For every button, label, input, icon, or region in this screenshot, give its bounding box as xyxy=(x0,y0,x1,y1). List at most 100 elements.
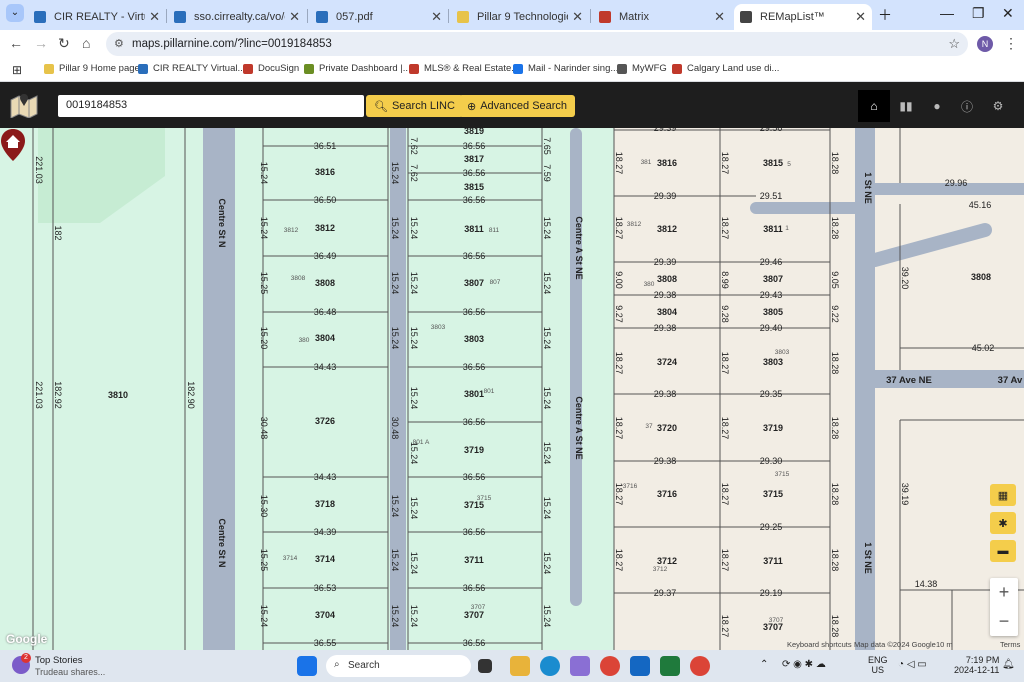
zoom-out-button[interactable]: − xyxy=(990,607,1018,636)
zoom-in-button[interactable]: + xyxy=(990,578,1018,607)
map-label: 381 xyxy=(641,159,652,166)
reload-icon[interactable]: ↻ xyxy=(58,35,70,52)
map-label: 36.50 xyxy=(314,195,337,205)
map-label: 36.56 xyxy=(463,362,486,372)
language-indicator[interactable]: ENG US xyxy=(868,655,888,675)
outlook-icon[interactable] xyxy=(630,656,650,676)
map-logo-icon[interactable] xyxy=(10,92,38,118)
lot-address: 3712 xyxy=(657,556,677,566)
tab-1[interactable]: CIR REALTY - Virtual Offic ✕ xyxy=(28,4,166,30)
lot-address: 3711 xyxy=(763,556,783,566)
info-nav-button[interactable]: ⓘ xyxy=(951,90,983,122)
maximize-icon[interactable]: ❐ xyxy=(972,5,985,22)
bookmark-label: Calgary Land use di... xyxy=(687,63,780,74)
close-tab-icon[interactable]: ✕ xyxy=(289,9,300,25)
bookmark-label: Private Dashboard |... xyxy=(319,63,411,74)
close-tab-icon[interactable]: ✕ xyxy=(149,9,160,25)
tab-2[interactable]: sso.cirrealty.ca/vo/cir-inte ✕ xyxy=(168,4,306,30)
menu-icon[interactable]: ⋮ xyxy=(1004,35,1018,52)
map-tool-button[interactable]: ✱ xyxy=(990,512,1016,534)
notifications-icon[interactable]: 🔔︎ xyxy=(1002,659,1015,670)
bookmark-mywfg[interactable]: MyWFG xyxy=(617,63,667,74)
profile-avatar[interactable]: N xyxy=(977,36,993,52)
settings-nav-button[interactable]: ⚙ xyxy=(982,90,1014,122)
map-label: 801 xyxy=(484,388,495,395)
bookmark-calgary[interactable]: Calgary Land use di... xyxy=(672,63,779,74)
file-explorer-icon[interactable] xyxy=(510,656,530,676)
terms-link[interactable]: Terms xyxy=(1000,640,1020,649)
forward-icon[interactable]: → xyxy=(34,35,48,51)
close-tab-icon[interactable]: ✕ xyxy=(572,9,583,25)
bookmark-dashboard[interactable]: Private Dashboard |... xyxy=(304,63,411,74)
minimize-icon[interactable]: — xyxy=(940,5,954,21)
start-icon[interactable] xyxy=(297,656,317,676)
tab-6-active[interactable]: REMapList™ ✕ xyxy=(734,4,872,30)
search-linc-button[interactable]: 🔍︎ Search LINC xyxy=(366,95,463,117)
chat-nav-button[interactable]: ● xyxy=(921,90,953,122)
tray-overflow-icon[interactable]: ⌃ xyxy=(760,659,768,670)
apps-icon[interactable]: ⊞ xyxy=(12,63,22,77)
close-tab-icon[interactable]: ✕ xyxy=(714,9,725,25)
network-volume-battery-icons[interactable]: ◔ ◁ ▭ xyxy=(898,659,927,670)
bookmark-label: MLS® & Real Estate... xyxy=(424,63,520,74)
tab-3[interactable]: 057.pdf ✕ xyxy=(310,4,448,30)
clock[interactable]: 7:19 PM 2024-12-11 xyxy=(954,655,999,675)
taskbar-search[interactable]: ⌕ Search xyxy=(326,655,471,677)
back-icon[interactable]: ← xyxy=(9,35,23,51)
map-label: 18.28 xyxy=(830,352,840,375)
map-layers-button[interactable]: ▦ xyxy=(990,484,1016,506)
parcel-map[interactable]: Centre St N Centre St N Centre A St NE Cent… xyxy=(0,128,1024,650)
home-icon: ⌂ xyxy=(870,99,878,113)
bookmark-label: Mail - Narinder sing... xyxy=(528,63,619,74)
address-bar[interactable]: ⚙ maps.pillarnine.com/?linc=0019184853 ☆ xyxy=(106,32,968,56)
news-title[interactable]: Top Stories xyxy=(35,655,83,666)
lot-address: 3811 xyxy=(763,224,783,234)
home-icon[interactable]: ⌂ xyxy=(82,35,90,51)
map-label: 29.43 xyxy=(760,290,783,300)
tab-search-button[interactable]: ⌄ xyxy=(6,4,24,22)
close-window-icon[interactable]: ✕ xyxy=(1002,5,1014,22)
lot-address: 3816 xyxy=(315,167,335,177)
map-label: 14.38 xyxy=(915,579,938,589)
map-label: 380 xyxy=(644,281,655,288)
map-label: 7.62 xyxy=(409,164,419,182)
chrome-profile-icon[interactable] xyxy=(690,656,710,676)
lot-address: 3801 xyxy=(464,389,484,399)
property-pin-icon[interactable] xyxy=(0,128,26,162)
bookmark-star-icon[interactable]: ☆ xyxy=(948,36,960,52)
news-badge: 2 xyxy=(21,653,31,663)
advanced-search-button[interactable]: ⊕ Advanced Search xyxy=(459,95,576,117)
site-info-icon[interactable]: ⚙ xyxy=(114,37,124,50)
map-label: 18.27 xyxy=(720,483,730,506)
bookmark-cir[interactable]: CIR REALTY Virtual... xyxy=(138,63,245,74)
keyboard-shortcuts-link[interactable]: Keyboard shortcuts xyxy=(787,640,852,649)
bookmark-pillar9[interactable]: Pillar 9 Home page xyxy=(44,63,140,74)
map-label: 15.24 xyxy=(259,162,269,185)
close-tab-icon[interactable]: ✕ xyxy=(855,9,866,25)
tray-app-icons[interactable]: ⟳ ◉ ✱ ☁ xyxy=(782,659,826,670)
bookmark-mail[interactable]: Mail - Narinder sing... xyxy=(513,63,618,74)
map-label: 15.24 xyxy=(542,327,552,350)
stats-nav-button[interactable]: ▮▮ xyxy=(890,90,922,122)
map-label: 18.28 xyxy=(830,615,840,638)
excel-icon[interactable] xyxy=(660,656,680,676)
lot-address: 3720 xyxy=(657,423,677,433)
edge-icon[interactable] xyxy=(540,656,560,676)
tab-5[interactable]: Matrix ✕ xyxy=(593,4,731,30)
map-label: 182.90 xyxy=(186,381,196,409)
copilot-icon[interactable] xyxy=(570,656,590,676)
map-label: 18.27 xyxy=(720,549,730,572)
lot-address: 3707 xyxy=(464,610,484,620)
chrome-icon[interactable] xyxy=(600,656,620,676)
bookmark-mls[interactable]: MLS® & Real Estate... xyxy=(409,63,519,74)
close-tab-icon[interactable]: ✕ xyxy=(431,9,442,25)
linc-search-input[interactable]: 0019184853 xyxy=(58,95,364,117)
task-view-icon[interactable] xyxy=(478,659,492,673)
bookmark-docusign[interactable]: DocuSign xyxy=(243,63,299,74)
home-nav-button[interactable]: ⌂ xyxy=(858,90,890,122)
bookmark-label: MyWFG xyxy=(632,63,667,74)
measure-button[interactable]: ▬ xyxy=(990,540,1016,562)
new-tab-icon[interactable]: ＋ xyxy=(878,5,892,25)
tab-4[interactable]: Pillar 9 Technologies - Allo ✕ xyxy=(451,4,589,30)
map-label: 36.53 xyxy=(314,583,337,593)
